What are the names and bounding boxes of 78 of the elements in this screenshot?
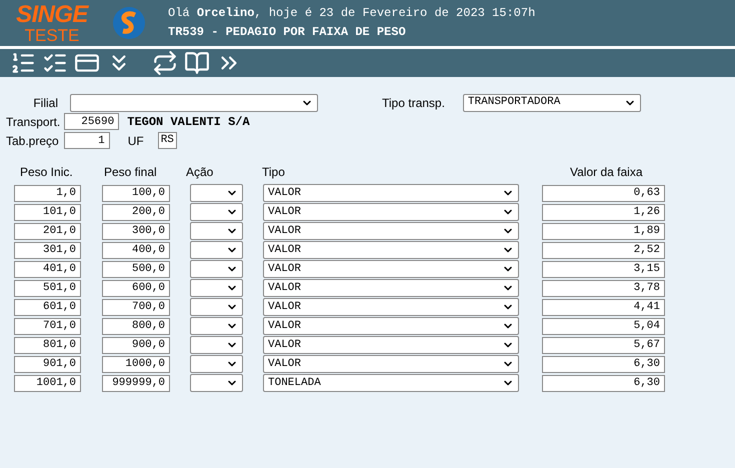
acao-dropdown[interactable] bbox=[190, 317, 243, 335]
acao-dropdown[interactable] bbox=[190, 222, 243, 240]
valor-faixa-field[interactable]: 1,26 bbox=[542, 204, 665, 220]
tipo-dropdown[interactable]: VALOR bbox=[263, 279, 519, 297]
tab-preco-field[interactable]: 1 bbox=[64, 132, 110, 149]
logo-icon bbox=[112, 6, 146, 40]
peso-inic-field[interactable]: 901,0 bbox=[14, 356, 81, 372]
column-header: Tipo bbox=[261, 164, 286, 181]
uf-field[interactable]: RS bbox=[158, 132, 177, 149]
valor-faixa-field[interactable]: 6,30 bbox=[542, 356, 665, 372]
valor-faixa-field[interactable]: 6,30 bbox=[542, 374, 665, 392]
tab-preco-label: Tab.preço bbox=[6, 132, 59, 150]
acao-dropdown[interactable] bbox=[190, 279, 243, 297]
peso-final-field[interactable]: 500,0 bbox=[102, 260, 170, 278]
acao-dropdown[interactable] bbox=[190, 355, 243, 373]
acao-dropdown[interactable] bbox=[190, 203, 243, 221]
peso-final-field[interactable]: 999999,0 bbox=[102, 374, 170, 392]
acao-dropdown[interactable] bbox=[190, 298, 243, 316]
column-header: Peso final bbox=[103, 164, 158, 181]
tipo-dropdown[interactable]: VALOR bbox=[263, 355, 519, 373]
valor-faixa-field[interactable]: 3,15 bbox=[542, 260, 665, 278]
peso-inic-field[interactable]: 401,0 bbox=[14, 260, 81, 278]
peso-inic-field[interactable]: 701,0 bbox=[14, 318, 81, 334]
valor-faixa-field[interactable]: 2,52 bbox=[542, 242, 665, 258]
valor-faixa-field[interactable]: 1,89 bbox=[542, 222, 665, 240]
valor-faixa-field[interactable]: 5,04 bbox=[542, 318, 665, 334]
valor-faixa-field[interactable]: 3,78 bbox=[542, 280, 665, 296]
peso-inic-field[interactable]: 1001,0 bbox=[14, 374, 81, 392]
acao-dropdown[interactable] bbox=[190, 184, 243, 202]
transport-code-field[interactable]: 25690 bbox=[64, 113, 120, 130]
acao-dropdown[interactable] bbox=[190, 374, 243, 392]
tipo-dropdown[interactable]: VALOR bbox=[263, 336, 519, 354]
peso-final-field[interactable]: 200,0 bbox=[102, 204, 170, 220]
logo-title: SINGE bbox=[16, 2, 88, 26]
peso-inic-field[interactable]: 301,0 bbox=[14, 242, 81, 258]
transport-name: TEGON VALENTI S/A bbox=[127, 114, 250, 130]
tipo-dropdown[interactable]: VALOR bbox=[263, 241, 519, 259]
peso-inic-field[interactable]: 601,0 bbox=[14, 298, 81, 316]
peso-inic-field[interactable]: 201,0 bbox=[14, 222, 81, 240]
tipo-dropdown[interactable]: TONELADA bbox=[263, 374, 519, 392]
book-icon[interactable] bbox=[184, 50, 210, 76]
tipo-dropdown[interactable]: VALOR bbox=[263, 184, 519, 202]
column-header: Ação bbox=[185, 164, 214, 181]
peso-inic-field[interactable]: 801,0 bbox=[14, 336, 81, 354]
column-header: Valor da faixa bbox=[569, 164, 642, 181]
tipo-transp-label: Tipo transp. bbox=[382, 94, 445, 112]
peso-final-field[interactable]: 800,0 bbox=[102, 318, 170, 334]
peso-final-field[interactable]: 700,0 bbox=[102, 298, 170, 316]
tipo-dropdown[interactable]: VALOR bbox=[263, 260, 519, 278]
swap-icon[interactable] bbox=[152, 50, 178, 76]
peso-inic-field[interactable]: 1,0 bbox=[14, 184, 81, 202]
peso-inic-field[interactable]: 501,0 bbox=[14, 280, 81, 296]
column-header: Peso Inic. bbox=[19, 164, 74, 181]
peso-final-field[interactable]: 400,0 bbox=[102, 242, 170, 258]
valor-faixa-field[interactable]: 4,41 bbox=[542, 298, 665, 316]
uf-label: UF bbox=[128, 132, 144, 150]
acao-dropdown[interactable] bbox=[190, 336, 243, 354]
valor-faixa-field[interactable]: 5,67 bbox=[542, 336, 665, 354]
peso-final-field[interactable]: 300,0 bbox=[102, 222, 170, 240]
acao-dropdown[interactable] bbox=[190, 260, 243, 278]
valor-faixa-field[interactable]: 0,63 bbox=[542, 184, 665, 202]
tipo-transp-dropdown[interactable]: TRANSPORTADORA bbox=[462, 94, 641, 112]
acao-dropdown[interactable] bbox=[190, 241, 243, 259]
peso-final-field[interactable]: 900,0 bbox=[102, 336, 170, 354]
logo-subtitle: TESTE bbox=[24, 26, 80, 44]
peso-final-field[interactable]: 1000,0 bbox=[102, 356, 170, 372]
tipo-dropdown[interactable]: VALOR bbox=[263, 222, 519, 240]
peso-final-field[interactable]: 100,0 bbox=[102, 184, 170, 202]
transport-label: Transport. bbox=[6, 114, 60, 130]
screen-title: TR539 - PEDAGIO POR FAIXA DE PESO bbox=[168, 24, 407, 41]
greeting-text: Olá Orcelino, hoje é 23 de Fevereiro de 2023 15:07h bbox=[168, 5, 536, 22]
peso-final-field[interactable]: 600,0 bbox=[102, 280, 170, 296]
filial-dropdown[interactable] bbox=[70, 94, 318, 112]
filial-label: Filial bbox=[32, 94, 58, 112]
tipo-dropdown[interactable]: VALOR bbox=[263, 317, 519, 335]
tipo-dropdown[interactable]: VALOR bbox=[263, 203, 519, 221]
peso-inic-field[interactable]: 101,0 bbox=[14, 204, 81, 220]
tipo-dropdown[interactable]: VALOR bbox=[263, 298, 519, 316]
